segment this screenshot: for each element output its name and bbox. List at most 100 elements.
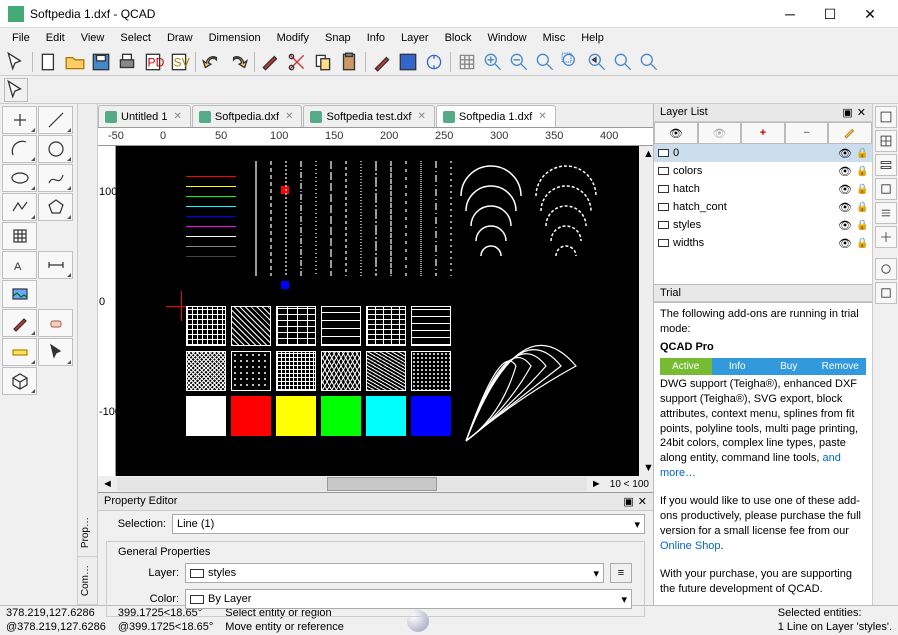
redo-button[interactable] xyxy=(226,50,250,74)
pen-button[interactable] xyxy=(370,50,394,74)
copy-button[interactable] xyxy=(311,50,335,74)
close-button[interactable]: ✕ xyxy=(850,2,890,26)
cursor-tool-button[interactable] xyxy=(4,78,28,102)
arc-tool[interactable] xyxy=(2,135,37,163)
trial-remove-button[interactable]: Remove xyxy=(815,358,867,376)
horizontal-scrollbar[interactable]: ◄ ► 10 < 100 xyxy=(98,476,653,492)
close-icon[interactable]: ✕ xyxy=(415,111,427,122)
line-tool[interactable] xyxy=(38,106,73,134)
modify-tool[interactable] xyxy=(2,309,37,337)
hatch-button[interactable] xyxy=(396,50,420,74)
tab-softpedia[interactable]: Softpedia.dxf✕ xyxy=(192,105,303,127)
menu-snap[interactable]: Snap xyxy=(317,30,359,46)
zoom-sel-button[interactable] xyxy=(611,50,635,74)
menu-block[interactable]: Block xyxy=(437,30,480,46)
add-layer-button[interactable]: + xyxy=(741,122,785,144)
layer-row-0[interactable]: 0👁🔒 xyxy=(654,144,872,162)
show-all-button[interactable]: 👁 xyxy=(654,122,698,144)
pdf-button[interactable]: PDF xyxy=(141,50,165,74)
visibility-icon[interactable]: 👁 xyxy=(838,201,852,214)
image-tool[interactable] xyxy=(2,280,37,308)
menu-info[interactable]: Info xyxy=(359,30,393,46)
selection-dropdown[interactable]: Line (1)▾ xyxy=(172,514,645,534)
layer-row-widths[interactable]: widths👁🔒 xyxy=(654,234,872,252)
close-icon[interactable]: ✕ xyxy=(857,107,866,119)
remove-layer-button[interactable]: − xyxy=(785,122,829,144)
zoom-extents-button[interactable] xyxy=(533,50,557,74)
ellipse-tool[interactable] xyxy=(2,164,37,192)
cut-button[interactable] xyxy=(285,50,309,74)
menu-layer[interactable]: Layer xyxy=(393,30,437,46)
layer-row-hatch[interactable]: hatch👁🔒 xyxy=(654,180,872,198)
color-dropdown[interactable]: By Layer▾ xyxy=(185,589,632,609)
block-panel-button[interactable] xyxy=(875,130,897,152)
menu-draw[interactable]: Draw xyxy=(159,30,201,46)
spline-tool[interactable] xyxy=(38,164,73,192)
close-icon[interactable]: ✕ xyxy=(536,111,548,122)
menu-modify[interactable]: Modify xyxy=(269,30,317,46)
tab-untitled1[interactable]: Untitled 1✕ xyxy=(98,105,191,127)
menu-view[interactable]: View xyxy=(73,30,113,46)
grid-button[interactable] xyxy=(455,50,479,74)
layer-dropdown[interactable]: styles▾ xyxy=(185,563,604,583)
undo-button[interactable] xyxy=(200,50,224,74)
layer-row-styles[interactable]: styles👁🔒 xyxy=(654,216,872,234)
close-icon[interactable]: ✕ xyxy=(638,496,647,508)
tab-softpedia-test[interactable]: Softpedia test.dxf✕ xyxy=(303,105,434,127)
zoom-window-button[interactable] xyxy=(559,50,583,74)
pointer-button[interactable] xyxy=(4,50,28,74)
new-button[interactable] xyxy=(37,50,61,74)
layer-panel-button[interactable] xyxy=(875,106,897,128)
isometric-tool[interactable] xyxy=(2,367,37,395)
regen-button[interactable] xyxy=(422,50,446,74)
point-tool[interactable] xyxy=(2,106,37,134)
lock-icon[interactable]: 🔒 xyxy=(856,148,868,159)
edit-layer-button[interactable] xyxy=(828,122,872,144)
circle-tool[interactable] xyxy=(38,135,73,163)
maximize-button[interactable]: ☐ xyxy=(810,2,850,26)
online-shop-link[interactable]: Online Shop xyxy=(660,540,721,552)
undock-icon[interactable]: ▣ xyxy=(838,107,856,119)
menu-help[interactable]: Help xyxy=(573,30,612,46)
panel-button-4[interactable] xyxy=(875,178,897,200)
paste-button[interactable] xyxy=(337,50,361,74)
visibility-icon[interactable]: 👁 xyxy=(838,165,852,178)
lock-icon[interactable]: 🔒 xyxy=(856,238,868,249)
panel-button-3[interactable] xyxy=(875,154,897,176)
layer-row-hatchcont[interactable]: hatch_cont👁🔒 xyxy=(654,198,872,216)
close-icon[interactable]: ✕ xyxy=(171,111,183,122)
zoom-in-button[interactable] xyxy=(481,50,505,74)
hide-all-button[interactable]: 👁 xyxy=(698,122,742,144)
dimension-tool[interactable] xyxy=(38,251,73,279)
zoom-out-button[interactable] xyxy=(507,50,531,74)
save-button[interactable] xyxy=(89,50,113,74)
lock-icon[interactable]: 🔒 xyxy=(856,202,868,213)
visibility-icon[interactable]: 👁 xyxy=(838,219,852,232)
open-button[interactable] xyxy=(63,50,87,74)
panel-button-7[interactable] xyxy=(875,258,897,280)
menu-window[interactable]: Window xyxy=(479,30,534,46)
menu-file[interactable]: File xyxy=(4,30,38,46)
menu-select[interactable]: Select xyxy=(112,30,159,46)
text-tool[interactable]: A xyxy=(2,251,37,279)
hatch-tool[interactable] xyxy=(2,222,37,250)
layer-row-colors[interactable]: colors👁🔒 xyxy=(654,162,872,180)
trial-info-button[interactable]: Info xyxy=(712,358,764,376)
visibility-icon[interactable]: 👁 xyxy=(838,237,852,250)
polyline-tool[interactable] xyxy=(2,193,37,221)
measure-tool[interactable] xyxy=(2,338,37,366)
lock-icon[interactable]: 🔒 xyxy=(856,184,868,195)
panel-button-8[interactable] xyxy=(875,282,897,304)
vertical-scrollbar[interactable]: ▲▼ xyxy=(639,146,653,476)
tab-softpedia1[interactable]: Softpedia 1.dxf✕ xyxy=(436,105,556,127)
close-icon[interactable]: ✕ xyxy=(283,111,295,122)
menu-edit[interactable]: Edit xyxy=(38,30,73,46)
sidetab-property[interactable]: Prop… xyxy=(78,509,97,557)
panel-button-6[interactable] xyxy=(875,226,897,248)
edit-button[interactable] xyxy=(259,50,283,74)
undock-icon[interactable]: ▣ xyxy=(619,496,637,508)
lock-icon[interactable]: 🔒 xyxy=(856,166,868,177)
visibility-icon[interactable]: 👁 xyxy=(838,183,852,196)
lock-icon[interactable]: 🔒 xyxy=(856,220,868,231)
panel-button-5[interactable] xyxy=(875,202,897,224)
